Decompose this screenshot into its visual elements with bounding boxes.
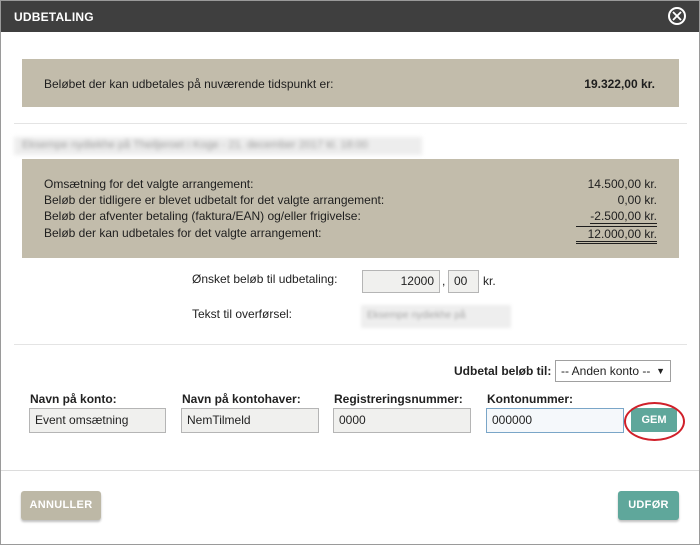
available-amount-value: 19.322,00 kr. bbox=[584, 77, 655, 91]
payout-amount-decimal-input[interactable]: 00 bbox=[448, 270, 479, 293]
breakdown-row-pending: Beløb der afventer betaling (faktura/EAN… bbox=[44, 209, 657, 225]
currency-label: kr. bbox=[483, 274, 496, 288]
account-holder-label: Navn på kontohaver: bbox=[182, 392, 301, 406]
dialog-titlebar: UDBETALING bbox=[1, 1, 699, 32]
divider bbox=[14, 344, 687, 345]
paid-out-value: 0,00 kr. bbox=[617, 193, 657, 207]
reg-number-input[interactable]: 0000 bbox=[333, 408, 471, 433]
transfer-text-input[interactable]: Eksempe nydiekhe på bbox=[361, 305, 511, 328]
pending-value: -2.500,00 kr. bbox=[590, 209, 657, 224]
divider bbox=[14, 123, 687, 124]
revenue-label: Omsætning for det valgte arrangement: bbox=[44, 177, 254, 191]
breakdown-row-revenue: Omsætning for det valgte arrangement: 14… bbox=[44, 177, 657, 193]
paid-out-label: Beløb der tidligere er blevet udbetalt f… bbox=[44, 193, 385, 207]
account-number-label: Kontonummer: bbox=[487, 392, 573, 406]
available-amount-label: Beløbet der kan udbetales på nuværende t… bbox=[44, 77, 334, 91]
payout-dialog: UDBETALING Beløbet der kan udbetales på … bbox=[0, 0, 700, 545]
account-holder-input[interactable]: NemTilmeld bbox=[181, 408, 319, 433]
dropdown-arrow-icon: ▼ bbox=[656, 366, 665, 376]
breakdown-row-payable: Beløb der kan udbetales for det valgte a… bbox=[44, 226, 657, 244]
decimal-separator: , bbox=[442, 274, 446, 288]
reg-number-label: Registreringsnummer: bbox=[334, 392, 463, 406]
payout-amount-label: Ønsket beløb til udbetaling: bbox=[192, 272, 338, 286]
breakdown-row-paid-out: Beløb der tidligere er blevet udbetalt f… bbox=[44, 193, 657, 209]
dialog-title: UDBETALING bbox=[14, 10, 94, 24]
payable-value: 12.000,00 kr. bbox=[575, 226, 657, 244]
arrangement-title-redacted: Eksempe nydiekhe på Theiljeroet i Koge -… bbox=[14, 137, 422, 155]
destination-label: Udbetal beløb til: bbox=[454, 364, 552, 378]
execute-button[interactable]: UDFØR bbox=[618, 491, 679, 520]
payable-label: Beløb der kan udbetales for det valgte a… bbox=[44, 226, 322, 240]
footer-divider bbox=[1, 470, 699, 471]
destination-selected: -- Anden konto -- bbox=[561, 364, 651, 378]
account-name-input[interactable]: Event omsætning bbox=[29, 408, 166, 433]
revenue-value: 14.500,00 kr. bbox=[587, 177, 657, 191]
annotation-circle bbox=[624, 402, 685, 441]
available-amount-panel: Beløbet der kan udbetales på nuværende t… bbox=[22, 59, 679, 107]
destination-select[interactable]: -- Anden konto -- ▼ bbox=[555, 360, 671, 382]
pending-label: Beløb der afventer betaling (faktura/EAN… bbox=[44, 209, 361, 223]
close-icon[interactable] bbox=[668, 7, 686, 25]
transfer-text-label: Tekst til overførsel: bbox=[192, 307, 293, 321]
account-number-input[interactable]: 000000 bbox=[486, 408, 624, 433]
cancel-button[interactable]: ANNULLER bbox=[21, 491, 101, 520]
account-name-label: Navn på konto: bbox=[30, 392, 117, 406]
arrangement-breakdown-panel: Omsætning for det valgte arrangement: 14… bbox=[22, 159, 679, 258]
payout-amount-whole-input[interactable]: 12000 bbox=[362, 270, 440, 293]
